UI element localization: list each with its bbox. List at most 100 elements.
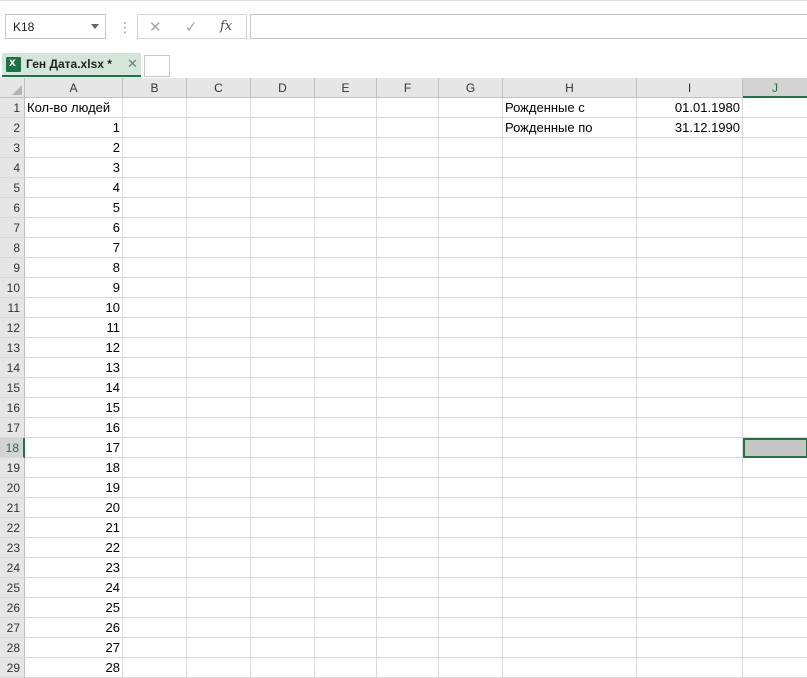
cell-a18[interactable]: 17 [25, 438, 123, 458]
cell-c17[interactable] [187, 418, 251, 438]
cell-j25[interactable] [743, 578, 807, 598]
cell-e21[interactable] [315, 498, 377, 518]
column-header-a[interactable]: A [25, 78, 123, 98]
cell-j6[interactable] [743, 198, 807, 218]
row-header-23[interactable]: 23 [0, 538, 25, 558]
column-header-d[interactable]: D [251, 78, 315, 98]
row-header-15[interactable]: 15 [0, 378, 25, 398]
row-header-29[interactable]: 29 [0, 658, 25, 678]
cell-e5[interactable] [315, 178, 377, 198]
cell-d15[interactable] [251, 378, 315, 398]
cell-h3[interactable] [503, 138, 637, 158]
cell-h10[interactable] [503, 278, 637, 298]
cell-f9[interactable] [377, 258, 439, 278]
cell-b3[interactable] [123, 138, 187, 158]
cell-j28[interactable] [743, 638, 807, 658]
cell-i5[interactable] [637, 178, 743, 198]
cell-d25[interactable] [251, 578, 315, 598]
cell-c29[interactable] [187, 658, 251, 678]
cell-e7[interactable] [315, 218, 377, 238]
cell-j3[interactable] [743, 138, 807, 158]
cell-d14[interactable] [251, 358, 315, 378]
cell-c9[interactable] [187, 258, 251, 278]
cell-i17[interactable] [637, 418, 743, 438]
row-header-8[interactable]: 8 [0, 238, 25, 258]
cell-h19[interactable] [503, 458, 637, 478]
column-header-e[interactable]: E [315, 78, 377, 98]
cell-d20[interactable] [251, 478, 315, 498]
cell-f5[interactable] [377, 178, 439, 198]
cell-b11[interactable] [123, 298, 187, 318]
cell-b4[interactable] [123, 158, 187, 178]
cell-f23[interactable] [377, 538, 439, 558]
cell-g1[interactable] [439, 98, 503, 118]
cell-e29[interactable] [315, 658, 377, 678]
cell-e17[interactable] [315, 418, 377, 438]
cell-d29[interactable] [251, 658, 315, 678]
cell-h6[interactable] [503, 198, 637, 218]
cell-a8[interactable]: 7 [25, 238, 123, 258]
cell-a2[interactable]: 1 [25, 118, 123, 138]
cell-i16[interactable] [637, 398, 743, 418]
cell-g9[interactable] [439, 258, 503, 278]
cell-b17[interactable] [123, 418, 187, 438]
cell-d16[interactable] [251, 398, 315, 418]
cell-j19[interactable] [743, 458, 807, 478]
cell-c23[interactable] [187, 538, 251, 558]
cell-e4[interactable] [315, 158, 377, 178]
cell-c11[interactable] [187, 298, 251, 318]
cell-h1[interactable]: Рожденные с [503, 98, 637, 118]
cell-g7[interactable] [439, 218, 503, 238]
cell-e3[interactable] [315, 138, 377, 158]
cell-h18[interactable] [503, 438, 637, 458]
cell-f7[interactable] [377, 218, 439, 238]
cell-f22[interactable] [377, 518, 439, 538]
cell-f28[interactable] [377, 638, 439, 658]
cell-i7[interactable] [637, 218, 743, 238]
cell-h22[interactable] [503, 518, 637, 538]
cell-b15[interactable] [123, 378, 187, 398]
cell-b29[interactable] [123, 658, 187, 678]
cell-h21[interactable] [503, 498, 637, 518]
cell-g26[interactable] [439, 598, 503, 618]
cell-g4[interactable] [439, 158, 503, 178]
cell-a6[interactable]: 5 [25, 198, 123, 218]
cell-e13[interactable] [315, 338, 377, 358]
cell-f24[interactable] [377, 558, 439, 578]
name-box[interactable]: K18 [5, 14, 106, 39]
cell-b10[interactable] [123, 278, 187, 298]
cell-b18[interactable] [123, 438, 187, 458]
cell-g14[interactable] [439, 358, 503, 378]
cell-d1[interactable] [251, 98, 315, 118]
cell-c3[interactable] [187, 138, 251, 158]
cell-f26[interactable] [377, 598, 439, 618]
cell-d9[interactable] [251, 258, 315, 278]
cell-a7[interactable]: 6 [25, 218, 123, 238]
cell-d26[interactable] [251, 598, 315, 618]
cell-h27[interactable] [503, 618, 637, 638]
cell-g21[interactable] [439, 498, 503, 518]
cell-d17[interactable] [251, 418, 315, 438]
cell-a21[interactable]: 20 [25, 498, 123, 518]
cell-g16[interactable] [439, 398, 503, 418]
cell-j7[interactable] [743, 218, 807, 238]
cell-g27[interactable] [439, 618, 503, 638]
cell-j8[interactable] [743, 238, 807, 258]
cell-d23[interactable] [251, 538, 315, 558]
cell-e2[interactable] [315, 118, 377, 138]
row-header-18[interactable]: 18 [0, 438, 25, 458]
cell-h12[interactable] [503, 318, 637, 338]
cell-e10[interactable] [315, 278, 377, 298]
cell-i22[interactable] [637, 518, 743, 538]
cell-a3[interactable]: 2 [25, 138, 123, 158]
cell-i10[interactable] [637, 278, 743, 298]
cell-d5[interactable] [251, 178, 315, 198]
select-all-button[interactable] [0, 78, 25, 98]
new-tab-box[interactable] [144, 55, 170, 77]
cell-h16[interactable] [503, 398, 637, 418]
cell-g15[interactable] [439, 378, 503, 398]
cell-f25[interactable] [377, 578, 439, 598]
cell-h24[interactable] [503, 558, 637, 578]
row-header-28[interactable]: 28 [0, 638, 25, 658]
cell-f11[interactable] [377, 298, 439, 318]
